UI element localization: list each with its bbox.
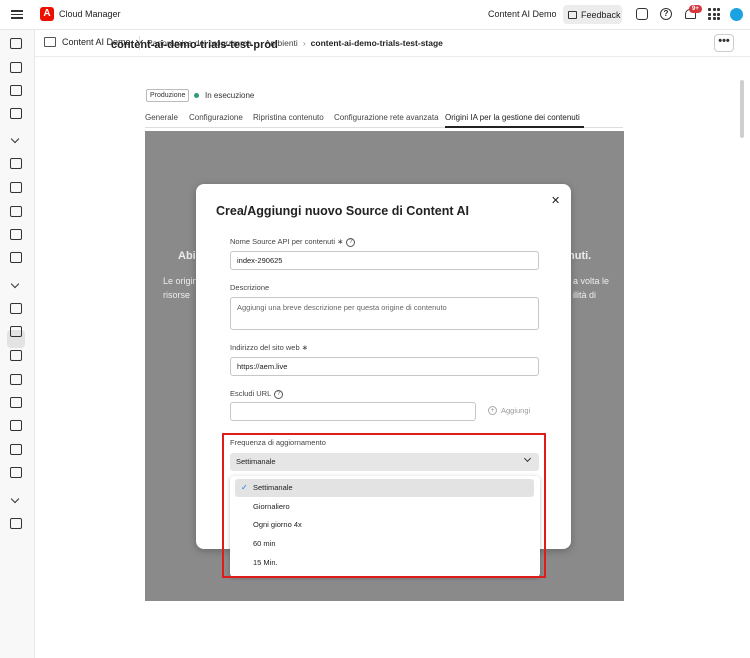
expand-chevron-icon[interactable]: [10, 134, 20, 144]
database-icon[interactable]: [10, 303, 22, 314]
top-bar: A Cloud Manager Content AI Demo Feedback…: [0, 0, 750, 30]
box-icon[interactable]: [10, 420, 22, 431]
background-heading-fragment: Abi: [178, 250, 196, 262]
active-tab-indicator: [445, 126, 584, 128]
scrollbar[interactable]: [740, 80, 744, 138]
app-title: Cloud Manager: [59, 9, 121, 19]
background-text-fragment: risorse: [163, 290, 191, 300]
tab-configuration[interactable]: Configurazione: [189, 113, 243, 122]
chat-icon[interactable]: [636, 8, 648, 20]
add-exclude-url-button[interactable]: + Aggiungi: [488, 406, 530, 415]
background-text-fragment: Le origini: [163, 276, 200, 286]
breadcrumb-separator: ›: [302, 38, 306, 48]
settings-gear-icon[interactable]: [10, 326, 22, 337]
tab-general[interactable]: Generale: [145, 113, 178, 122]
history-icon[interactable]: [10, 252, 22, 263]
feedback-label: Feedback: [581, 9, 621, 20]
status-dot: [194, 93, 199, 98]
dialog-title: Crea/Aggiungi nuovo Source di Content AI: [216, 204, 470, 218]
expand-chevron-icon[interactable]: [10, 279, 20, 289]
api-name-label: Nome Source API per contenuti ∗?: [230, 237, 356, 247]
background-heading-fragment: nuti.: [568, 250, 592, 262]
help-circle-icon[interactable]: ?: [346, 237, 356, 247]
exclude-url-input[interactable]: [230, 402, 476, 421]
tab-restore-content[interactable]: Ripristina contenuto: [253, 113, 324, 122]
home-icon[interactable]: [10, 38, 22, 49]
background-text-fragment: ilità di: [573, 290, 597, 300]
clock-icon[interactable]: [10, 444, 22, 455]
plus-circle-icon: +: [488, 406, 497, 415]
folder-icon[interactable]: [10, 229, 22, 240]
integrations-icon[interactable]: [10, 374, 22, 385]
status-text: In esecuzione: [205, 91, 255, 100]
reports-icon[interactable]: [10, 108, 22, 119]
org-switcher[interactable]: Content AI Demo: [488, 9, 557, 19]
background-text-fragment: a volta le: [573, 276, 610, 286]
description-label: Descrizione: [230, 283, 270, 292]
feedback-icon: [568, 10, 577, 19]
environment-tag: Produzione: [146, 89, 190, 102]
spark-icon[interactable]: [10, 467, 22, 478]
tab-ai-content-sources[interactable]: Origini IA per la gestione dei contenuti: [445, 113, 580, 122]
program-icon: [44, 37, 56, 47]
website-input[interactable]: [230, 357, 539, 376]
lock-icon[interactable]: [10, 350, 22, 361]
dashboard-icon[interactable]: [10, 158, 22, 169]
table-icon[interactable]: [10, 397, 22, 408]
adobe-logo-icon: A: [40, 7, 54, 21]
environment-title: content-ai-demo-trials-test-prod: [111, 39, 278, 51]
help-icon[interactable]: ?: [660, 8, 672, 20]
tab-advanced-networking[interactable]: Configurazione rete avanzata: [334, 113, 439, 122]
activity-bell-icon[interactable]: [10, 182, 22, 193]
side-rail: [0, 30, 33, 658]
environments-icon[interactable]: [10, 85, 22, 96]
help-circle-icon[interactable]: ?: [274, 389, 284, 399]
annotation-highlight-box: [222, 433, 546, 578]
app-switcher-grid-icon[interactable]: [708, 8, 720, 20]
tab-bar: Generale Configurazione Ripristina conte…: [145, 108, 623, 128]
exclude-url-label-text: Escludi URL: [230, 389, 272, 398]
feedback-button[interactable]: Feedback: [563, 5, 622, 24]
pipelines-icon[interactable]: [10, 62, 22, 73]
user-avatar[interactable]: [730, 8, 743, 21]
api-name-label-text: Nome Source API per contenuti ∗: [230, 237, 344, 246]
api-name-input[interactable]: [230, 251, 539, 270]
description-textarea[interactable]: [230, 297, 539, 330]
website-label: Indirizzo del sito web ∗: [230, 343, 308, 352]
exclude-url-label: Escludi URL?: [230, 389, 284, 399]
more-actions-button[interactable]: •••: [714, 34, 734, 52]
expand-chevron-icon[interactable]: [10, 494, 20, 504]
documentation-icon[interactable]: [10, 518, 22, 529]
notification-badge: 9+: [689, 5, 702, 13]
breadcrumb-current: content-ai-demo-trials-test-stage: [310, 38, 443, 48]
workflow-icon[interactable]: [10, 206, 22, 217]
add-label: Aggiungi: [501, 406, 531, 415]
close-icon[interactable]: ✕: [551, 194, 560, 207]
hamburger-menu-icon[interactable]: [11, 8, 23, 20]
